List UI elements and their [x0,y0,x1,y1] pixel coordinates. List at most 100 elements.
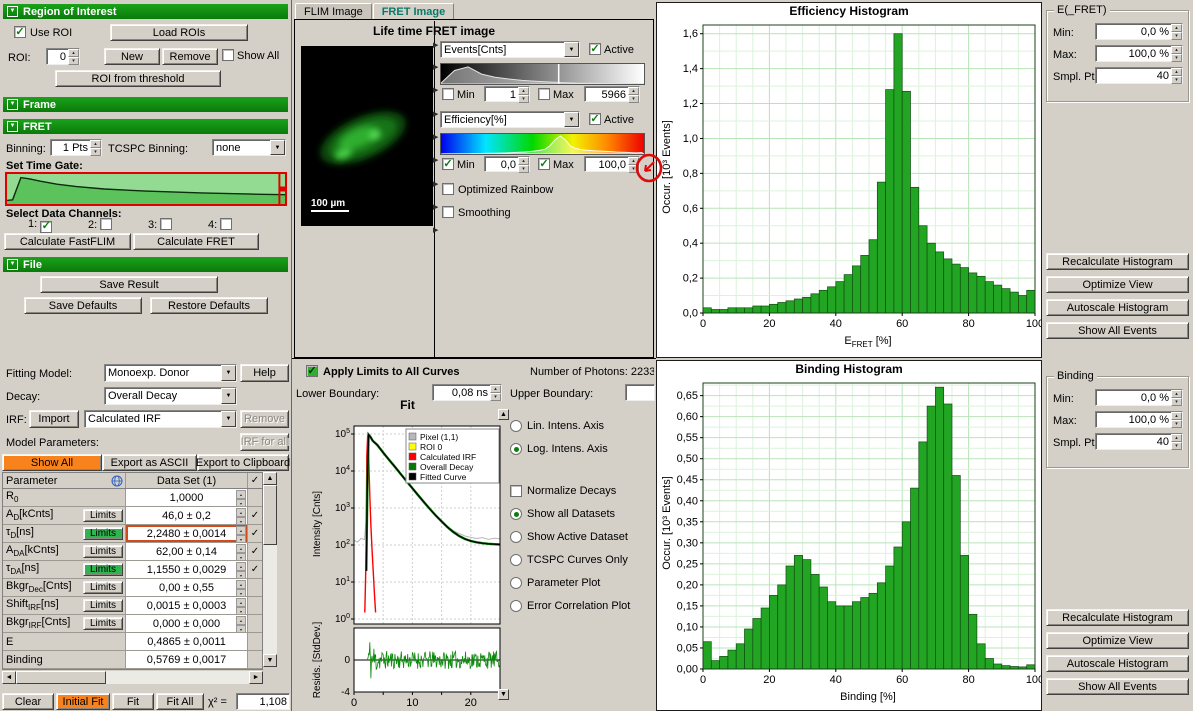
optimize-view-button[interactable]: Optimize View [1046,632,1189,649]
value-spinner[interactable]: ▴▾ [236,616,246,631]
binning-spinner[interactable]: 1 Pts ▴▾ [50,139,102,156]
events-active-checkbox[interactable] [589,43,601,55]
spinner-arrows[interactable]: ▴▾ [490,385,501,400]
plot-scroll-down-icon[interactable]: ▼ [498,689,509,700]
spinner-arrows[interactable]: ▴▾ [1171,24,1182,39]
load-rois-button[interactable]: Load ROIs [110,24,248,41]
collapse-icon[interactable]: ▼ [7,6,18,17]
help-button[interactable]: Help [240,364,289,382]
option-show-all-datasets[interactable]: Show all Datasets [510,508,615,524]
section-arrow-icon[interactable]: ▶ [433,203,438,211]
radio-indicator[interactable] [510,531,522,543]
efret-min-spinner[interactable]: 0,0 % ▴▾ [1095,23,1183,40]
radio-indicator[interactable] [510,420,522,432]
option-normalize-decays[interactable]: Normalize Decays [510,485,616,501]
events-min-checkbox[interactable] [442,88,454,100]
efficiency-min-spinner[interactable]: 0,0 ▴▾ [484,156,530,172]
collapse-icon[interactable]: ▼ [7,99,18,110]
efficiency-max-checkbox[interactable] [538,158,550,170]
collapse-icon[interactable]: ▼ [7,259,18,270]
radio-indicator[interactable] [510,554,522,566]
fret-image[interactable]: 100 µm [301,46,433,226]
fit-enabled-check[interactable] [248,489,262,506]
fit-enabled-check[interactable]: ✓ [248,507,262,524]
spinner-arrows[interactable]: ▴▾ [90,140,101,155]
fit-enabled-check[interactable] [248,633,262,650]
limits-button[interactable]: Limits [83,563,123,576]
scroll-up-icon[interactable]: ▲ [263,472,277,485]
plot-scroll-up-icon[interactable]: ▲ [498,409,509,420]
radio-indicator[interactable] [510,577,522,589]
chevron-down-icon[interactable]: ▼ [221,365,236,381]
calculate-fret-button[interactable]: Calculate FRET [133,233,259,250]
channel-checkbox[interactable] [100,218,112,230]
section-arrow-icon[interactable]: ▶ [433,133,438,141]
parameter-value-cell[interactable]: 0,5769 ± 0,0017 [126,651,248,668]
binding-histogram-svg[interactable]: 0,000,050,100,150,200,250,300,350,400,45… [657,377,1041,689]
section-header-file[interactable]: ▼ File [3,257,288,272]
radio-indicator[interactable] [510,443,522,455]
binding-max-value[interactable]: 100,0 % [1096,412,1171,427]
events-max-checkbox[interactable] [538,88,550,100]
option-parameter-plot[interactable]: Parameter Plot [510,577,600,593]
limits-button[interactable]: Limits [83,545,123,558]
limits-button[interactable]: Limits [83,527,123,540]
scrollbar-thumb[interactable] [263,485,277,545]
section-arrow-icon[interactable]: ▶ [433,86,438,94]
clear-button[interactable]: Clear [2,693,54,710]
section-arrow-icon[interactable]: ▶ [433,180,438,188]
spinner-arrows[interactable]: ▴▾ [1171,46,1182,61]
smoothing-checkbox[interactable] [442,206,454,218]
section-arrow-icon[interactable]: ▶ [433,156,438,164]
upper-boundary-spinner[interactable] [625,384,655,401]
binding-sample-points-value[interactable]: 40 [1096,434,1171,449]
tcspc-binning-dropdown[interactable]: none ▼ [212,139,286,156]
efficiency-max-value[interactable]: 100,0 [585,157,628,171]
parameter-value-cell[interactable]: 46,0 ± 0,2▴▾ [126,507,248,524]
use-roi-checkbox[interactable] [14,26,26,38]
chevron-down-icon[interactable]: ▼ [221,388,236,404]
efret-max-spinner[interactable]: 100,0 % ▴▾ [1095,45,1183,62]
option-lin-intens-axis[interactable]: Lin. Intens. Axis [510,420,604,436]
show-all-rois-checkbox[interactable] [222,49,234,61]
tab-fret-image[interactable]: FRET Image [373,3,455,20]
fit-enabled-check[interactable] [248,579,262,596]
spinner-arrows[interactable]: ▴▾ [518,87,529,101]
new-roi-button[interactable]: New [104,48,160,65]
remove-roi-button[interactable]: Remove [162,48,218,65]
events-max-value[interactable]: 5966 [585,87,628,101]
efficiency-min-checkbox[interactable] [442,158,454,170]
radio-indicator[interactable] [510,508,522,520]
fit-enabled-check[interactable]: ✓ [248,561,262,578]
fit-all-button[interactable]: Fit All [156,693,204,710]
parameter-value-cell[interactable]: 1,1550 ± 0,0029▴▾ [126,561,248,578]
fit-button[interactable]: Fit [112,693,154,710]
efficiency-min-value[interactable]: 0,0 [485,157,518,171]
value-spinner[interactable]: ▴▾ [236,526,246,541]
chevron-down-icon[interactable]: ▼ [270,140,285,155]
events-min-spinner[interactable]: 1 ▴▾ [484,86,530,102]
binning-value[interactable]: 1 Pts [51,140,90,155]
show-all-events-button[interactable]: Show All Events [1046,678,1189,695]
save-result-button[interactable]: Save Result [40,276,218,293]
apply-limits-checkbox[interactable] [306,365,318,377]
parameter-value-cell[interactable]: 62,00 ± 0,14▴▾ [126,543,248,560]
lower-boundary-value[interactable]: 0,08 ns [433,385,490,400]
recalculate-histogram-button[interactable]: Recalculate Histogram [1046,609,1189,626]
fit-enabled-check[interactable] [248,597,262,614]
option-show-active-dataset[interactable]: Show Active Dataset [510,531,628,547]
events-gradient-bar[interactable] [440,63,645,85]
limits-button[interactable]: Limits [83,617,123,630]
spinner-arrows[interactable]: ▴▾ [68,49,79,64]
value-spinner[interactable]: ▴▾ [236,562,246,577]
scrollbar-thumb[interactable] [16,671,106,684]
parameter-value-cell[interactable]: 0,4865 ± 0,0011 [126,633,248,650]
optimize-view-button[interactable]: Optimize View [1046,276,1189,293]
efficiency-active-checkbox[interactable] [589,113,601,125]
roi-spinner[interactable]: 0 ▴▾ [46,48,80,65]
spinner-arrows[interactable]: ▴▾ [1171,390,1182,405]
section-header-fret[interactable]: ▼ FRET [3,119,288,134]
autoscale-histogram-button[interactable]: Autoscale Histogram [1046,655,1189,672]
parameter-value-cell[interactable]: 1,0000▴▾ [126,489,248,506]
import-irf-button[interactable]: Import [29,410,79,428]
